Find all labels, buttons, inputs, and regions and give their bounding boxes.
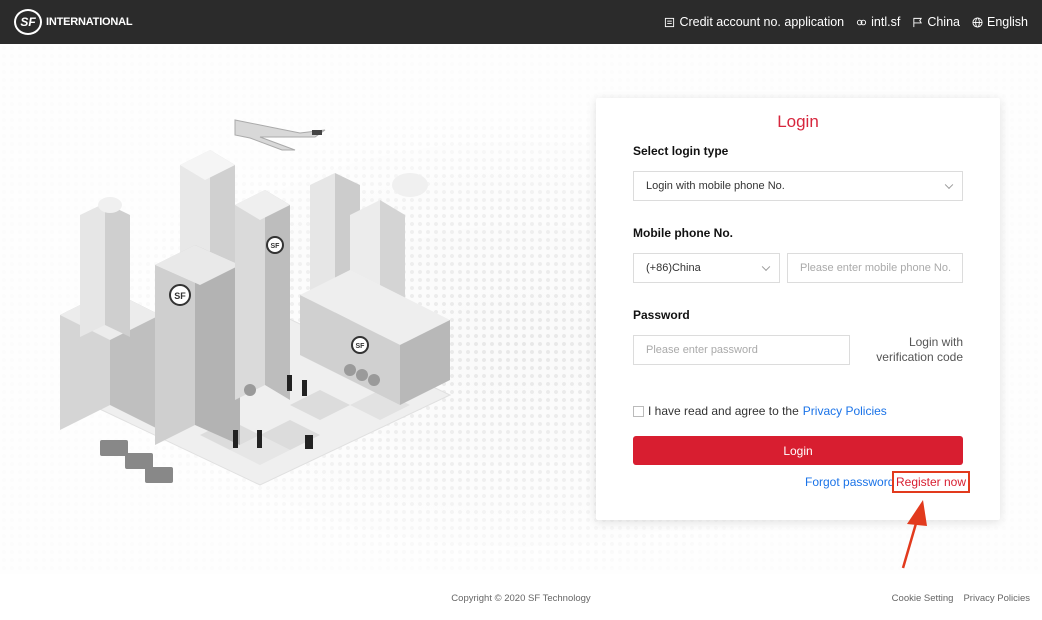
svg-text:SF: SF bbox=[356, 343, 366, 350]
flag-icon bbox=[913, 17, 923, 27]
language-selector[interactable]: English bbox=[972, 15, 1028, 29]
agree-checkbox[interactable] bbox=[633, 405, 644, 417]
globe-icon bbox=[972, 16, 983, 28]
login-button[interactable]: Login bbox=[633, 436, 963, 465]
login-type-value: Login with mobile phone No. bbox=[646, 180, 785, 192]
copyright-text: Copyright © 2020 SF Technology bbox=[451, 593, 591, 604]
agree-text: I have read and agree to the bbox=[648, 404, 799, 418]
top-bar: SF INTERNATIONAL Credit account no. appl… bbox=[0, 0, 1042, 44]
phone-label: Mobile phone No. bbox=[633, 226, 733, 240]
credit-account-label: Credit account no. application bbox=[679, 15, 845, 29]
phone-input[interactable] bbox=[787, 253, 963, 283]
login-title: Login bbox=[777, 112, 819, 131]
verification-line-1: Login with bbox=[908, 335, 963, 349]
agreement-row: I have read and agree to the Privacy Pol… bbox=[633, 404, 887, 418]
country-code-value: (+86)China bbox=[646, 262, 701, 274]
region-label: China bbox=[927, 15, 960, 29]
register-now-link[interactable]: Register now bbox=[892, 471, 970, 493]
footer-privacy-link[interactable]: Privacy Policies bbox=[963, 593, 1030, 604]
forgot-password-link[interactable]: Forgot password bbox=[805, 475, 894, 489]
chevron-down-icon bbox=[944, 180, 954, 190]
login-card: Login Select login type Login with mobil… bbox=[596, 98, 1000, 520]
annotation-arrow bbox=[901, 500, 927, 569]
login-type-label: Select login type bbox=[633, 144, 729, 158]
footer-links: Cookie Setting Privacy Policies bbox=[892, 593, 1030, 604]
verification-line-2: verification code bbox=[876, 350, 963, 364]
document-icon bbox=[665, 17, 675, 27]
top-nav: Credit account no. application intl.sf C… bbox=[664, 0, 1028, 44]
credit-account-link[interactable]: Credit account no. application bbox=[664, 15, 844, 29]
region-selector[interactable]: China bbox=[912, 15, 960, 29]
cookie-setting-link[interactable]: Cookie Setting bbox=[892, 593, 954, 604]
login-type-select[interactable]: Login with mobile phone No. bbox=[633, 171, 963, 201]
privacy-policies-link[interactable]: Privacy Policies bbox=[803, 404, 887, 418]
logo-text: INTERNATIONAL bbox=[46, 16, 133, 28]
password-label: Password bbox=[633, 308, 690, 322]
svg-text:SF: SF bbox=[174, 291, 186, 301]
verification-code-login-link[interactable]: Login with verification code bbox=[876, 335, 963, 365]
footer: Copyright © 2020 SF Technology Cookie Se… bbox=[0, 574, 1042, 620]
chevron-down-icon bbox=[761, 262, 771, 272]
country-code-select[interactable]: (+86)China bbox=[633, 253, 780, 283]
intl-sf-link[interactable]: intl.sf bbox=[856, 15, 900, 29]
sf-logo-mark: SF bbox=[14, 9, 42, 35]
register-now-label: Register now bbox=[895, 475, 967, 489]
intl-sf-label: intl.sf bbox=[871, 15, 901, 29]
link-icon bbox=[857, 19, 867, 25]
language-label: English bbox=[987, 15, 1028, 29]
sf-logo[interactable]: SF INTERNATIONAL bbox=[14, 9, 133, 35]
city-illustration: SF SF SF bbox=[60, 119, 452, 486]
svg-text:SF: SF bbox=[271, 243, 281, 250]
password-input[interactable] bbox=[633, 335, 850, 365]
